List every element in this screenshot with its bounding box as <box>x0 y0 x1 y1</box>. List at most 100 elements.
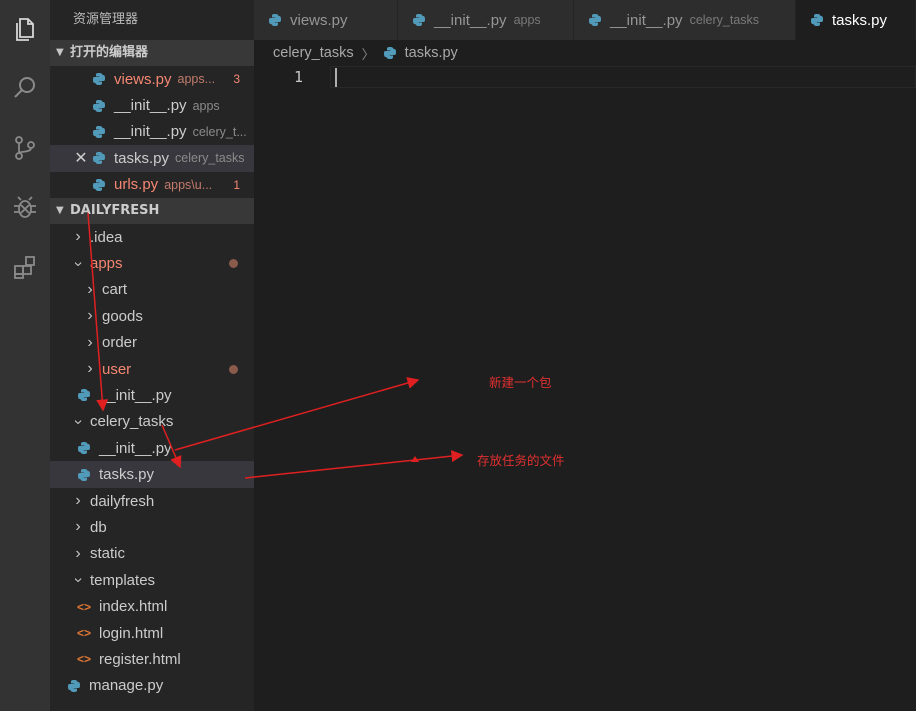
python-icon <box>413 14 425 26</box>
tab-tasks-py[interactable]: tasks.py <box>796 0 916 40</box>
tree-item[interactable]: tasks.py <box>50 461 254 488</box>
annotation-task-file: 存放任务的文件 <box>477 453 565 468</box>
text-cursor <box>335 68 337 87</box>
close-icon[interactable]: ✕ <box>70 148 92 168</box>
arrow-small-marker <box>411 456 419 462</box>
tab-label: __init__.py <box>610 11 683 29</box>
modified-dot <box>229 259 238 269</box>
breadcrumb-folder[interactable]: celery_tasks <box>273 45 354 61</box>
python-icon <box>68 679 80 692</box>
tab-label: __init__.py <box>434 11 507 29</box>
tree-item-label: order <box>102 334 138 352</box>
explorer-icon[interactable] <box>0 6 50 50</box>
tree-item-label: static <box>90 545 126 563</box>
file-name: __init__.py <box>114 97 187 115</box>
tree-item[interactable]: › apps <box>50 250 254 276</box>
tree-item-label: .idea <box>90 228 123 246</box>
tree-item[interactable]: <> index.html <box>50 593 254 619</box>
line-number: 1 <box>294 68 304 86</box>
tree-item-label: templates <box>90 571 156 589</box>
tree-item-label: index.html <box>99 598 168 616</box>
tree-item[interactable]: › db <box>50 514 254 540</box>
tree-item[interactable]: › templates <box>50 567 254 593</box>
chevron-right-icon: › <box>75 228 81 246</box>
open-editor-item[interactable]: urls.py apps\u... 1 <box>50 172 254 198</box>
chevron-right-icon: › <box>87 333 93 351</box>
breadcrumb-file[interactable]: tasks.py <box>405 45 458 61</box>
python-icon <box>78 442 90 455</box>
python-icon <box>78 468 90 481</box>
open-editors-title: 打开的编辑器 <box>70 45 149 60</box>
tree-item-label: cart <box>102 281 128 299</box>
tree-item-label: login.html <box>99 624 164 642</box>
tab-init-py-celery[interactable]: __init__.py celery_tasks <box>574 0 796 40</box>
problem-count-badge: 3 <box>233 72 240 87</box>
tree-item[interactable]: › dailyfresh <box>50 488 254 514</box>
chevron-down-icon: › <box>70 577 87 583</box>
tree-item[interactable]: <> login.html <box>50 620 254 646</box>
tree-item-label: tasks.py <box>99 466 155 484</box>
file-name: views.py <box>114 70 172 88</box>
project-tree: › .idea › apps › cart › goods › order › user __init_… <box>50 224 254 699</box>
debug-icon[interactable] <box>0 186 50 230</box>
open-editor-item[interactable]: ✕ tasks.py celery_tasks <box>50 145 254 172</box>
tree-item[interactable]: <> register.html <box>50 646 254 672</box>
chevron-right-icon: › <box>75 544 81 562</box>
tree-item-label: celery_tasks <box>90 413 174 431</box>
chevron-right-icon: › <box>87 307 93 325</box>
tree-item[interactable]: › user <box>50 356 254 382</box>
source-control-icon[interactable] <box>0 126 50 170</box>
open-editors-header[interactable]: ▼ 打开的编辑器 <box>50 40 254 66</box>
sidebar-title: 资源管理器 <box>73 12 139 27</box>
chevron-right-icon: › <box>75 492 81 510</box>
tree-item[interactable]: manage.py <box>50 673 254 699</box>
tab-views-py[interactable]: views.py <box>254 0 398 40</box>
tree-item[interactable]: › cart <box>50 277 254 303</box>
tree-item-label: dailyfresh <box>90 492 155 510</box>
tree-item[interactable]: › order <box>50 330 254 356</box>
tree-item-label: register.html <box>99 650 181 668</box>
arrow-task-file <box>244 450 464 479</box>
tree-item[interactable]: __init__.py <box>50 382 254 408</box>
tree-item-label: manage.py <box>89 677 164 695</box>
tree-item[interactable]: › celery_tasks <box>50 409 254 435</box>
tree-item[interactable]: __init__.py <box>50 435 254 461</box>
editor-tabs: views.py __init__.py apps __init__.py ce… <box>254 0 916 40</box>
file-name: tasks.py <box>114 149 170 167</box>
python-icon <box>93 125 105 138</box>
project-header[interactable]: ▼ DAILYFRESH <box>50 197 254 224</box>
tree-item-label: user <box>102 360 132 378</box>
python-icon <box>269 14 281 26</box>
tree-item[interactable]: › static <box>50 541 254 567</box>
python-icon <box>589 14 601 26</box>
modified-dot <box>229 364 238 374</box>
python-icon <box>78 389 90 402</box>
extensions-icon[interactable] <box>0 246 50 290</box>
annotation-new-package: 新建一个包 <box>489 375 552 390</box>
chevron-right-icon: › <box>87 360 93 378</box>
tab-label: views.py <box>290 11 348 29</box>
activity-bar <box>0 0 50 711</box>
file-description: apps\u... <box>164 177 213 192</box>
open-editor-item[interactable]: __init__.py apps <box>50 92 254 118</box>
tree-item-label: db <box>90 518 107 536</box>
tree-item[interactable]: › goods <box>50 303 254 329</box>
search-icon[interactable] <box>0 66 50 110</box>
chevron-right-icon: 〉 <box>361 46 375 62</box>
file-description: celery_t... <box>192 124 247 139</box>
editor-line[interactable]: 1 <box>254 66 916 88</box>
tab-label: tasks.py <box>832 11 888 29</box>
open-editor-item[interactable]: __init__.py celery_t... <box>50 119 254 145</box>
chevron-down-icon: ▼ <box>56 47 64 58</box>
file-name: urls.py <box>114 176 159 194</box>
python-icon <box>811 14 823 26</box>
tree-item[interactable]: › .idea <box>50 224 254 250</box>
python-icon <box>93 178 105 191</box>
tab-description: celery_tasks <box>689 13 760 27</box>
tab-init-py-apps[interactable]: __init__.py apps <box>398 0 574 40</box>
html-icon: <> <box>77 599 92 614</box>
file-description: apps... <box>177 72 216 87</box>
explorer-sidebar: 资源管理器 ▼ 打开的编辑器 views.py apps... 3 __init__.… <box>50 0 254 711</box>
tree-item-label: goods <box>102 307 143 325</box>
open-editor-item[interactable]: views.py apps... 3 <box>50 66 254 92</box>
